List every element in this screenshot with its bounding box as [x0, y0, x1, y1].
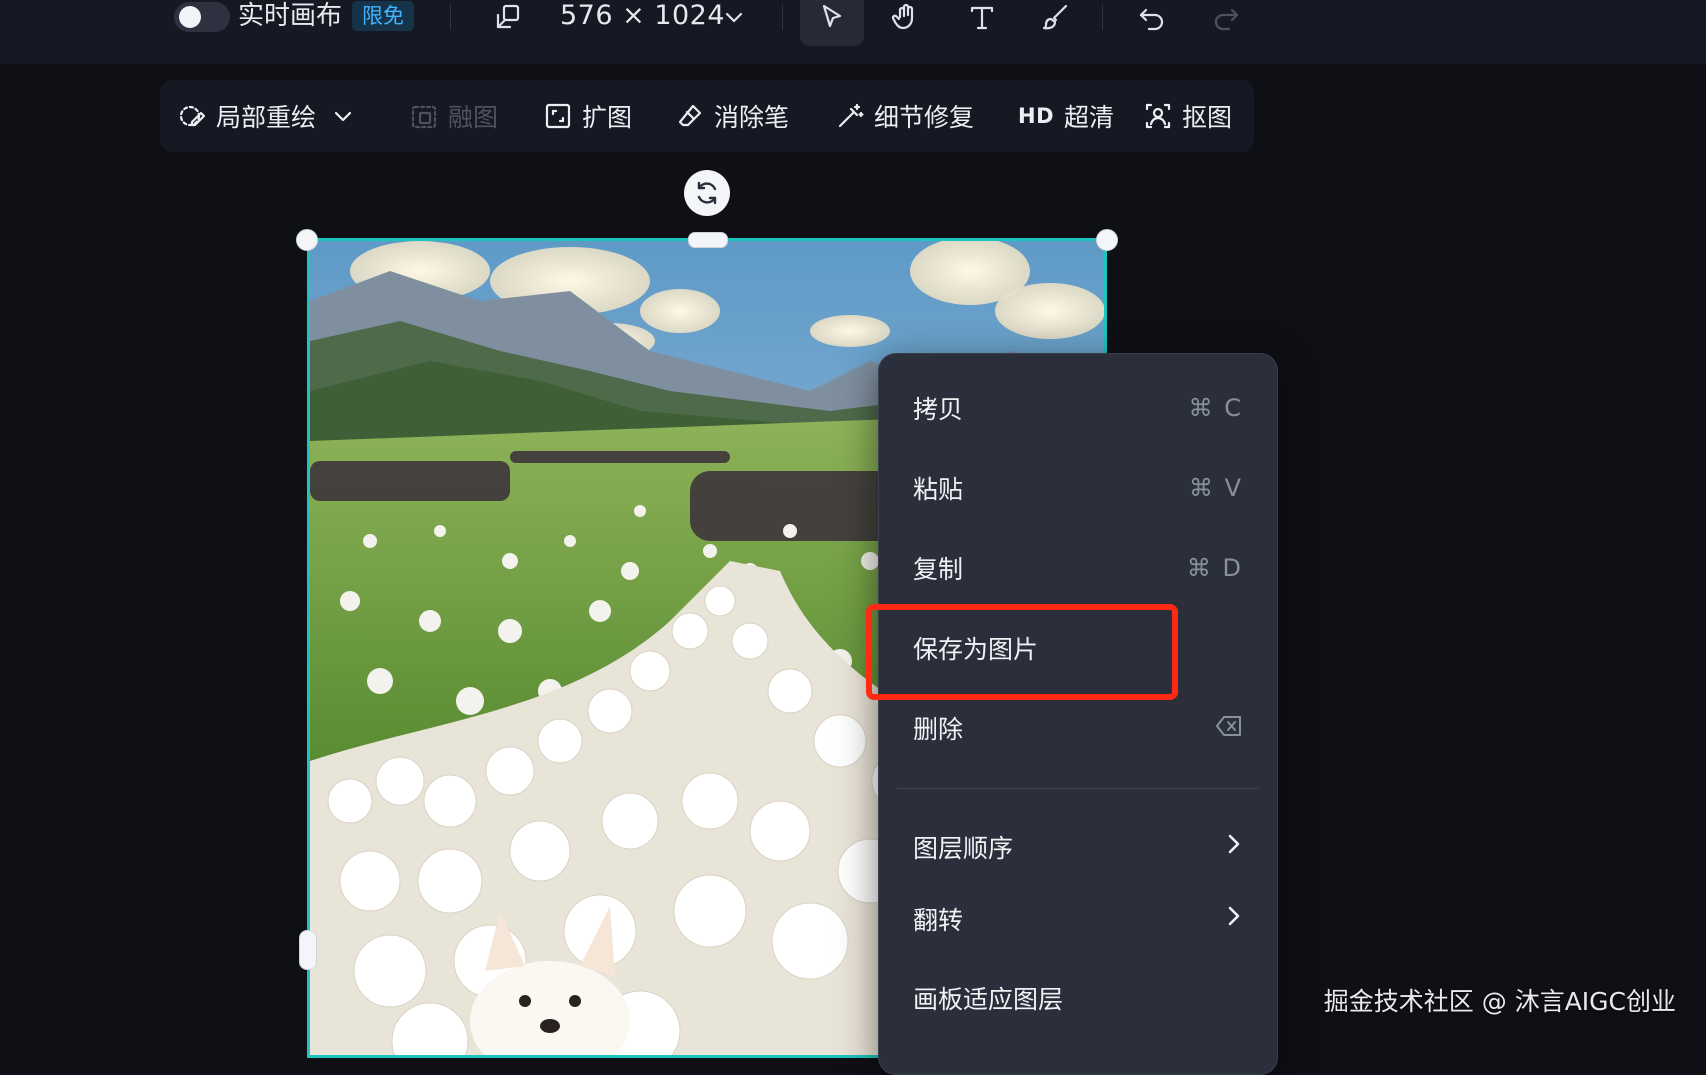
wand-icon — [838, 103, 864, 128]
resize-handle-top-left[interactable] — [296, 229, 318, 251]
inpaint-label: 局部重绘 — [216, 103, 317, 132]
image-edit-toolbar: 局部重绘 融图 扩图 消除笔 细节修复 HD 超清 抠图 — [160, 80, 1254, 152]
resize-handle-left[interactable] — [299, 930, 317, 970]
realtime-canvas-toggle[interactable] — [174, 2, 230, 32]
redo-icon[interactable] — [1206, 0, 1246, 34]
refresh-icon — [697, 181, 717, 205]
menu-item-label: 翻转 — [913, 906, 964, 935]
expand-button[interactable]: 扩图 — [544, 80, 632, 152]
cutout-icon — [1145, 103, 1171, 129]
toggle-knob — [179, 6, 201, 28]
brush-icon[interactable] — [1036, 0, 1076, 34]
canvas-size-readout[interactable]: 576 × 1024 — [560, 0, 725, 32]
chevron-down-icon[interactable] — [720, 0, 748, 34]
text-icon[interactable] — [962, 0, 1002, 34]
upscale-label: 超清 — [1064, 103, 1115, 132]
chevron-right-icon — [1225, 832, 1243, 862]
menu-item-paste[interactable]: 粘贴 ⌘ V — [879, 456, 1277, 520]
menu-item-label: 粘贴 — [913, 475, 964, 504]
eraser-label: 消除笔 — [714, 103, 790, 132]
hand-icon[interactable] — [886, 0, 926, 34]
menu-item-label: 拷贝 — [913, 395, 964, 424]
menu-item-flip[interactable]: 翻转 — [879, 887, 1277, 951]
divider — [782, 4, 783, 30]
cutout-label: 抠图 — [1182, 103, 1233, 132]
top-toolbar: 实时画布 限免 576 × 1024 — [0, 0, 1706, 64]
eraser-icon — [678, 104, 702, 127]
backspace-icon — [1215, 714, 1243, 743]
menu-item-delete[interactable]: 删除 — [879, 696, 1277, 760]
menu-item-copy[interactable]: 拷贝 ⌘ C — [879, 376, 1277, 440]
rotate-button[interactable] — [684, 170, 730, 216]
resize-handle-top-right[interactable] — [1096, 229, 1118, 251]
shortcut-label: ⌘ V — [1188, 474, 1243, 502]
shortcut-label: ⌘ C — [1188, 394, 1243, 422]
hd-icon: HD — [1018, 104, 1055, 128]
free-badge: 限免 — [352, 1, 414, 31]
annotation-highlight-box — [866, 604, 1178, 700]
context-menu: 拷贝 ⌘ C 粘贴 ⌘ V 复制 ⌘ D 保存为图片 删除 图层顺序 翻转 画板… — [878, 353, 1278, 1075]
menu-item-label: 图层顺序 — [913, 834, 1014, 863]
divider — [1102, 4, 1103, 30]
menu-item-label: 复制 — [913, 555, 964, 584]
upscale-button[interactable]: HD 超清 — [1018, 80, 1114, 152]
realtime-canvas-label: 实时画布 — [238, 1, 343, 31]
expand-label: 扩图 — [582, 103, 633, 132]
menu-item-layer-order[interactable]: 图层顺序 — [879, 815, 1277, 879]
shortcut-label: ⌘ D — [1186, 554, 1243, 582]
eraser-button[interactable]: 消除笔 — [676, 80, 789, 152]
menu-item-fit-artboard[interactable]: 画板适应图层 — [879, 966, 1277, 1030]
undo-icon[interactable] — [1132, 0, 1172, 34]
resize-icon[interactable] — [492, 0, 524, 34]
blend-label: 融图 — [448, 103, 499, 132]
inpaint-icon — [179, 105, 206, 127]
cutout-button[interactable]: 抠图 — [1144, 80, 1232, 152]
expand-icon — [545, 103, 571, 129]
inpaint-button[interactable]: 局部重绘 — [178, 80, 354, 152]
chevron-down-icon[interactable] — [332, 105, 354, 127]
blend-icon — [411, 105, 437, 129]
detail-fix-button[interactable]: 细节修复 — [836, 80, 974, 152]
divider — [450, 4, 451, 30]
select-cursor-icon[interactable] — [812, 0, 852, 34]
menu-item-duplicate[interactable]: 复制 ⌘ D — [879, 536, 1277, 600]
chevron-right-icon — [1225, 904, 1243, 934]
resize-handle-top[interactable] — [688, 232, 728, 248]
watermark-text: 掘金技术社区 @ 沐言AIGC创业 — [1323, 987, 1676, 1016]
menu-item-label: 画板适应图层 — [913, 985, 1064, 1014]
menu-divider — [897, 788, 1259, 789]
menu-item-label: 删除 — [913, 715, 964, 744]
blend-button[interactable]: 融图 — [410, 80, 498, 152]
detail-fix-label: 细节修复 — [874, 103, 975, 132]
